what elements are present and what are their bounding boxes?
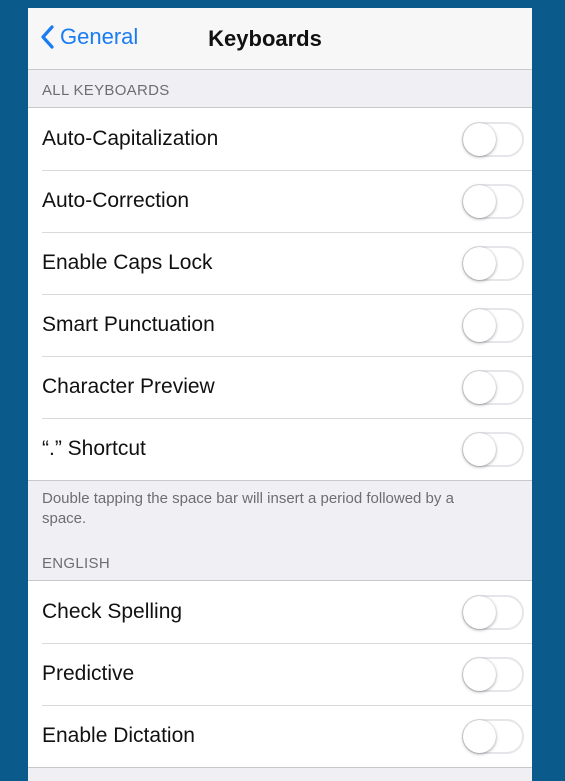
english-group: Check Spelling Predictive Enable Dictati… <box>28 580 532 768</box>
toggle-knob <box>463 596 496 629</box>
setting-label: Character Preview <box>42 375 215 398</box>
auto-correction-toggle[interactable] <box>462 184 524 219</box>
setting-row-enable-caps-lock: Enable Caps Lock <box>28 232 532 294</box>
toggle-knob <box>463 658 496 691</box>
setting-row-predictive: Predictive <box>28 643 532 705</box>
setting-label: Auto-Correction <box>42 189 190 212</box>
setting-label: Auto-Capitalization <box>42 127 219 150</box>
all-keyboards-group: Auto-Capitalization Auto-Correction Enab… <box>28 107 532 481</box>
page-title: Keyboards <box>208 26 322 51</box>
toggle-knob <box>463 247 496 280</box>
settings-screen: General Keyboards ALL KEYBOARDS Auto-Cap… <box>28 8 532 781</box>
setting-row-auto-capitalization: Auto-Capitalization <box>28 108 532 170</box>
smart-punctuation-toggle[interactable] <box>462 308 524 343</box>
character-preview-toggle[interactable] <box>462 370 524 405</box>
enable-caps-lock-toggle[interactable] <box>462 246 524 281</box>
setting-row-period-shortcut: “.” Shortcut <box>28 418 532 480</box>
setting-row-enable-dictation: Enable Dictation <box>28 705 532 767</box>
toggle-knob <box>463 371 496 404</box>
period-shortcut-toggle[interactable] <box>462 432 524 467</box>
enable-dictation-toggle[interactable] <box>462 719 524 754</box>
setting-label: “.” Shortcut <box>42 437 146 460</box>
toggle-knob <box>463 185 496 218</box>
navigation-bar: General Keyboards <box>28 8 532 70</box>
setting-label: Predictive <box>42 662 135 685</box>
setting-label: Enable Caps Lock <box>42 251 213 274</box>
setting-row-check-spelling: Check Spelling <box>28 581 532 643</box>
toggle-knob <box>463 123 496 156</box>
toggle-knob <box>463 433 496 466</box>
setting-label: Enable Dictation <box>42 724 195 747</box>
auto-capitalization-toggle[interactable] <box>462 122 524 157</box>
setting-row-smart-punctuation: Smart Punctuation <box>28 294 532 356</box>
predictive-toggle[interactable] <box>462 657 524 692</box>
setting-label: Check Spelling <box>42 600 183 623</box>
toggle-knob <box>463 720 496 753</box>
setting-label: Smart Punctuation <box>42 313 215 336</box>
check-spelling-toggle[interactable] <box>462 595 524 630</box>
section-footer-note: Double tapping the space bar will insert… <box>42 490 454 527</box>
setting-row-character-preview: Character Preview <box>28 356 532 418</box>
toggle-knob <box>463 309 496 342</box>
section-header-all-keyboards: ALL KEYBOARDS <box>42 82 170 99</box>
section-header-english: ENGLISH <box>42 555 110 572</box>
setting-row-auto-correction: Auto-Correction <box>28 170 532 232</box>
